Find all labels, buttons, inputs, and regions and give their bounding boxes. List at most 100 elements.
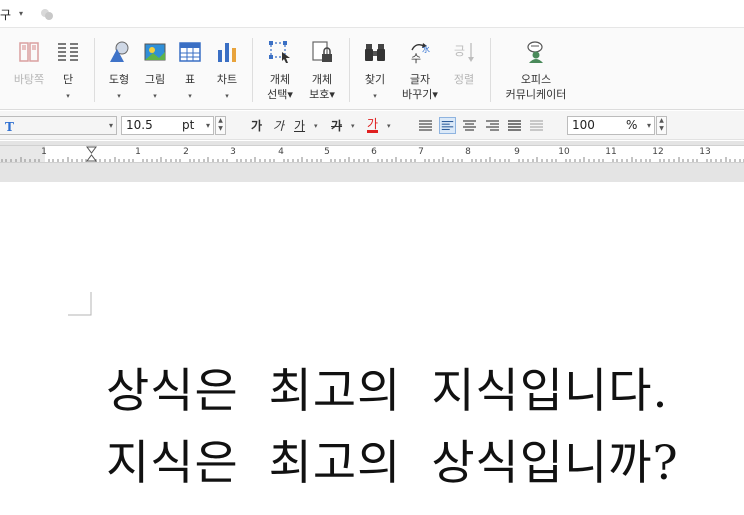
- select-object-label: 개체 선택▾: [260, 72, 300, 102]
- align-right-icon[interactable]: [484, 117, 501, 134]
- zoom-combo[interactable]: 100 % ▾: [567, 116, 655, 135]
- find-button[interactable]: 찾기 ▾: [356, 28, 394, 110]
- master-page-button[interactable]: 바탕쪽: [8, 28, 50, 110]
- font-name-combo[interactable]: ▾: [0, 116, 117, 135]
- underline-dropdown-arrow[interactable]: ▾: [314, 117, 318, 135]
- columns-dropdown-arrow[interactable]: ▾: [52, 92, 84, 100]
- replace-icon: 수 水: [411, 43, 430, 64]
- replace-label-line2: 바꾸기▾: [402, 88, 438, 101]
- bold-button[interactable]: 가: [251, 117, 262, 135]
- office-communicator-label-line2: 커뮤니케이터: [505, 88, 567, 101]
- ruler-number: 1: [41, 147, 47, 157]
- italic-button[interactable]: 가: [273, 117, 284, 135]
- ribbon-separator: [252, 38, 253, 102]
- table-icon: [179, 42, 201, 62]
- sort-icon: 긍: [454, 43, 474, 62]
- ruler-number: 4: [278, 147, 284, 157]
- distribute-icon[interactable]: [506, 117, 523, 134]
- sort-label: 정렬: [453, 73, 475, 86]
- replace-label-line1: 글자: [409, 73, 431, 86]
- shape-dropdown-arrow[interactable]: ▾: [102, 92, 136, 100]
- ruler-number: 2: [183, 147, 189, 157]
- ribbon-separator: [94, 38, 95, 102]
- menu-strip: 구 ▾: [0, 0, 744, 28]
- table-label: 표: [184, 73, 196, 86]
- find-label: 찾기: [364, 73, 386, 86]
- ruler-number: 12: [652, 147, 664, 157]
- align-left-icon[interactable]: [439, 117, 456, 134]
- shape-label: 도형: [108, 73, 130, 86]
- select-object-button[interactable]: 개체 선택▾: [260, 28, 300, 110]
- ruler-number: 1: [135, 147, 141, 157]
- strikethrough-dropdown-arrow[interactable]: ▾: [351, 117, 355, 135]
- ruler-number: 3: [230, 147, 236, 157]
- sort-button[interactable]: 긍 정렬: [446, 28, 482, 110]
- table-button[interactable]: 표 ▾: [174, 28, 206, 110]
- shape-button[interactable]: 도형 ▾: [102, 28, 136, 110]
- replace-button[interactable]: 수 水 글자 바꾸기▾: [398, 28, 442, 110]
- ruler-number: 13: [699, 147, 711, 157]
- columns-label: 단: [62, 73, 74, 86]
- columns-button[interactable]: 단 ▾: [52, 28, 84, 110]
- menu-dropdown-arrow[interactable]: ▾: [19, 9, 23, 18]
- ribbon-separator: [349, 38, 350, 102]
- document-text-line[interactable]: 상식은 최고의 지식입니다.: [106, 352, 668, 421]
- replace-badge: 水: [422, 44, 430, 54]
- find-dropdown-arrow[interactable]: ▾: [356, 92, 394, 100]
- font-size-unit: pt: [182, 118, 195, 132]
- font-size-value: 10.5: [126, 118, 153, 132]
- zoom-unit: %: [626, 118, 638, 132]
- font-name-dropdown-arrow[interactable]: ▾: [109, 121, 113, 130]
- zoom-spinner[interactable]: ▲ ▼: [656, 116, 667, 135]
- font-size-spinner[interactable]: ▲ ▼: [215, 116, 226, 135]
- protect-object-label: 개체 보호▾: [302, 72, 342, 102]
- font-size-dropdown-arrow[interactable]: ▾: [206, 121, 210, 130]
- picture-icon: [144, 43, 166, 61]
- columns-icon: [58, 43, 78, 61]
- picture-label: 그림: [144, 73, 166, 86]
- ruler-number: 8: [465, 147, 471, 157]
- protect-object-label-line1: 개체: [311, 73, 333, 86]
- ruler-number: 6: [371, 147, 377, 157]
- align-center-icon[interactable]: [461, 117, 478, 134]
- select-object-icon: [269, 41, 290, 63]
- font-size-combo[interactable]: 10.5 pt ▾: [121, 116, 214, 135]
- binoculars-icon: [365, 44, 385, 61]
- chart-dropdown-arrow[interactable]: ▾: [208, 92, 246, 100]
- zoom-dropdown-arrow[interactable]: ▾: [647, 121, 651, 130]
- indent-marker-icon: [86, 146, 97, 162]
- master-page-label: 바탕쪽: [13, 73, 45, 86]
- protect-object-button[interactable]: 개체 보호▾: [302, 28, 342, 110]
- ruler-number: 5: [324, 147, 330, 157]
- office-communicator-button[interactable]: 오피스 커뮤니케이터: [500, 28, 572, 110]
- office-communicator-label-line1: 오피스: [520, 73, 552, 86]
- office-communicator-label: 오피스 커뮤니케이터: [500, 72, 572, 102]
- replace-label: 글자 바꾸기▾: [398, 72, 442, 102]
- svg-text:수: 수: [411, 52, 421, 64]
- menu-item-tools[interactable]: 구: [0, 6, 11, 23]
- master-page-icon: [19, 42, 39, 62]
- justify-icon[interactable]: [417, 117, 434, 134]
- font-color-dropdown-arrow[interactable]: ▾: [387, 117, 391, 135]
- shape-icon: [110, 41, 129, 62]
- ruler-number: 10: [558, 147, 570, 157]
- formatting-toolbar: T ▾ 10.5 pt ▾ ▲ ▼ 가 가 가 ▾ 가 ▾ 가 ▾ 100 % ▾…: [0, 111, 744, 140]
- svg-text:긍: 긍: [454, 44, 465, 58]
- document-text-line[interactable]: 지식은 최고의 상식입니까?: [106, 424, 679, 493]
- font-color-button[interactable]: 가: [367, 117, 379, 133]
- ribbon-separator: [490, 38, 491, 102]
- underline-button[interactable]: 가: [294, 117, 305, 135]
- strikethrough-button[interactable]: 가: [331, 117, 342, 135]
- ribbon: 바탕쪽 단 ▾ 도형 ▾ 그림 ▾ 표 ▾ 차트 ▾ 개체 선택▾ 개체 보호▾…: [0, 28, 744, 110]
- zoom-value: 100: [572, 118, 595, 132]
- divide-icon[interactable]: [528, 117, 545, 134]
- select-object-label-line1: 개체: [269, 73, 291, 86]
- table-dropdown-arrow[interactable]: ▾: [174, 92, 206, 100]
- horizontal-ruler[interactable]: 1 1 2 3 4 5 6 7 8 9 10 11 12 13: [0, 145, 744, 163]
- protect-object-label-line2: 보호▾: [309, 88, 335, 101]
- chart-icon: [218, 43, 236, 62]
- chart-button[interactable]: 차트 ▾: [208, 28, 246, 110]
- picture-button[interactable]: 그림 ▾: [138, 28, 172, 110]
- picture-dropdown-arrow[interactable]: ▾: [138, 92, 172, 100]
- quick-access-icon[interactable]: [39, 6, 55, 22]
